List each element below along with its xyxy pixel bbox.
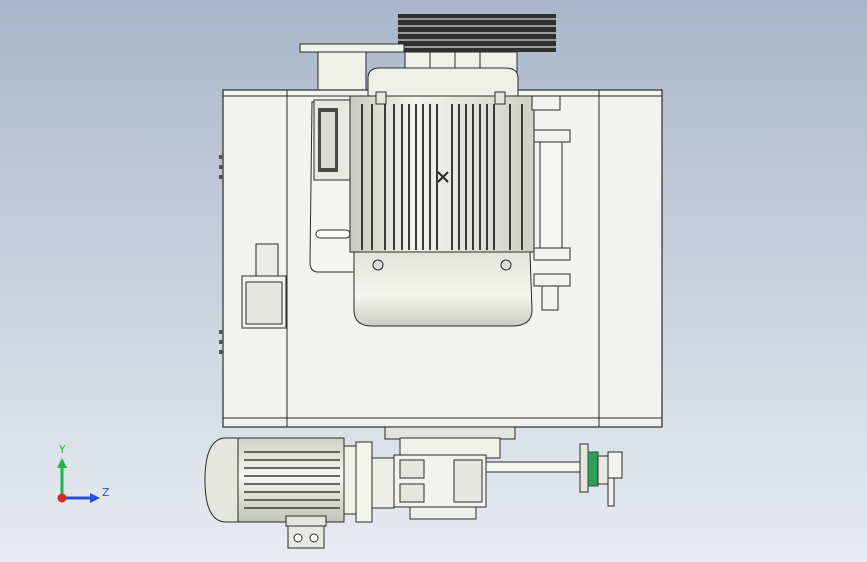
axis-origin-icon: [57, 493, 67, 503]
model-canvas[interactable]: [0, 0, 867, 562]
y-axis-label: Y: [59, 443, 66, 456]
vertical-motor: [349, 67, 535, 327]
cad-viewport[interactable]: Y Z: [0, 0, 867, 562]
z-axis-label: Z: [102, 486, 110, 499]
